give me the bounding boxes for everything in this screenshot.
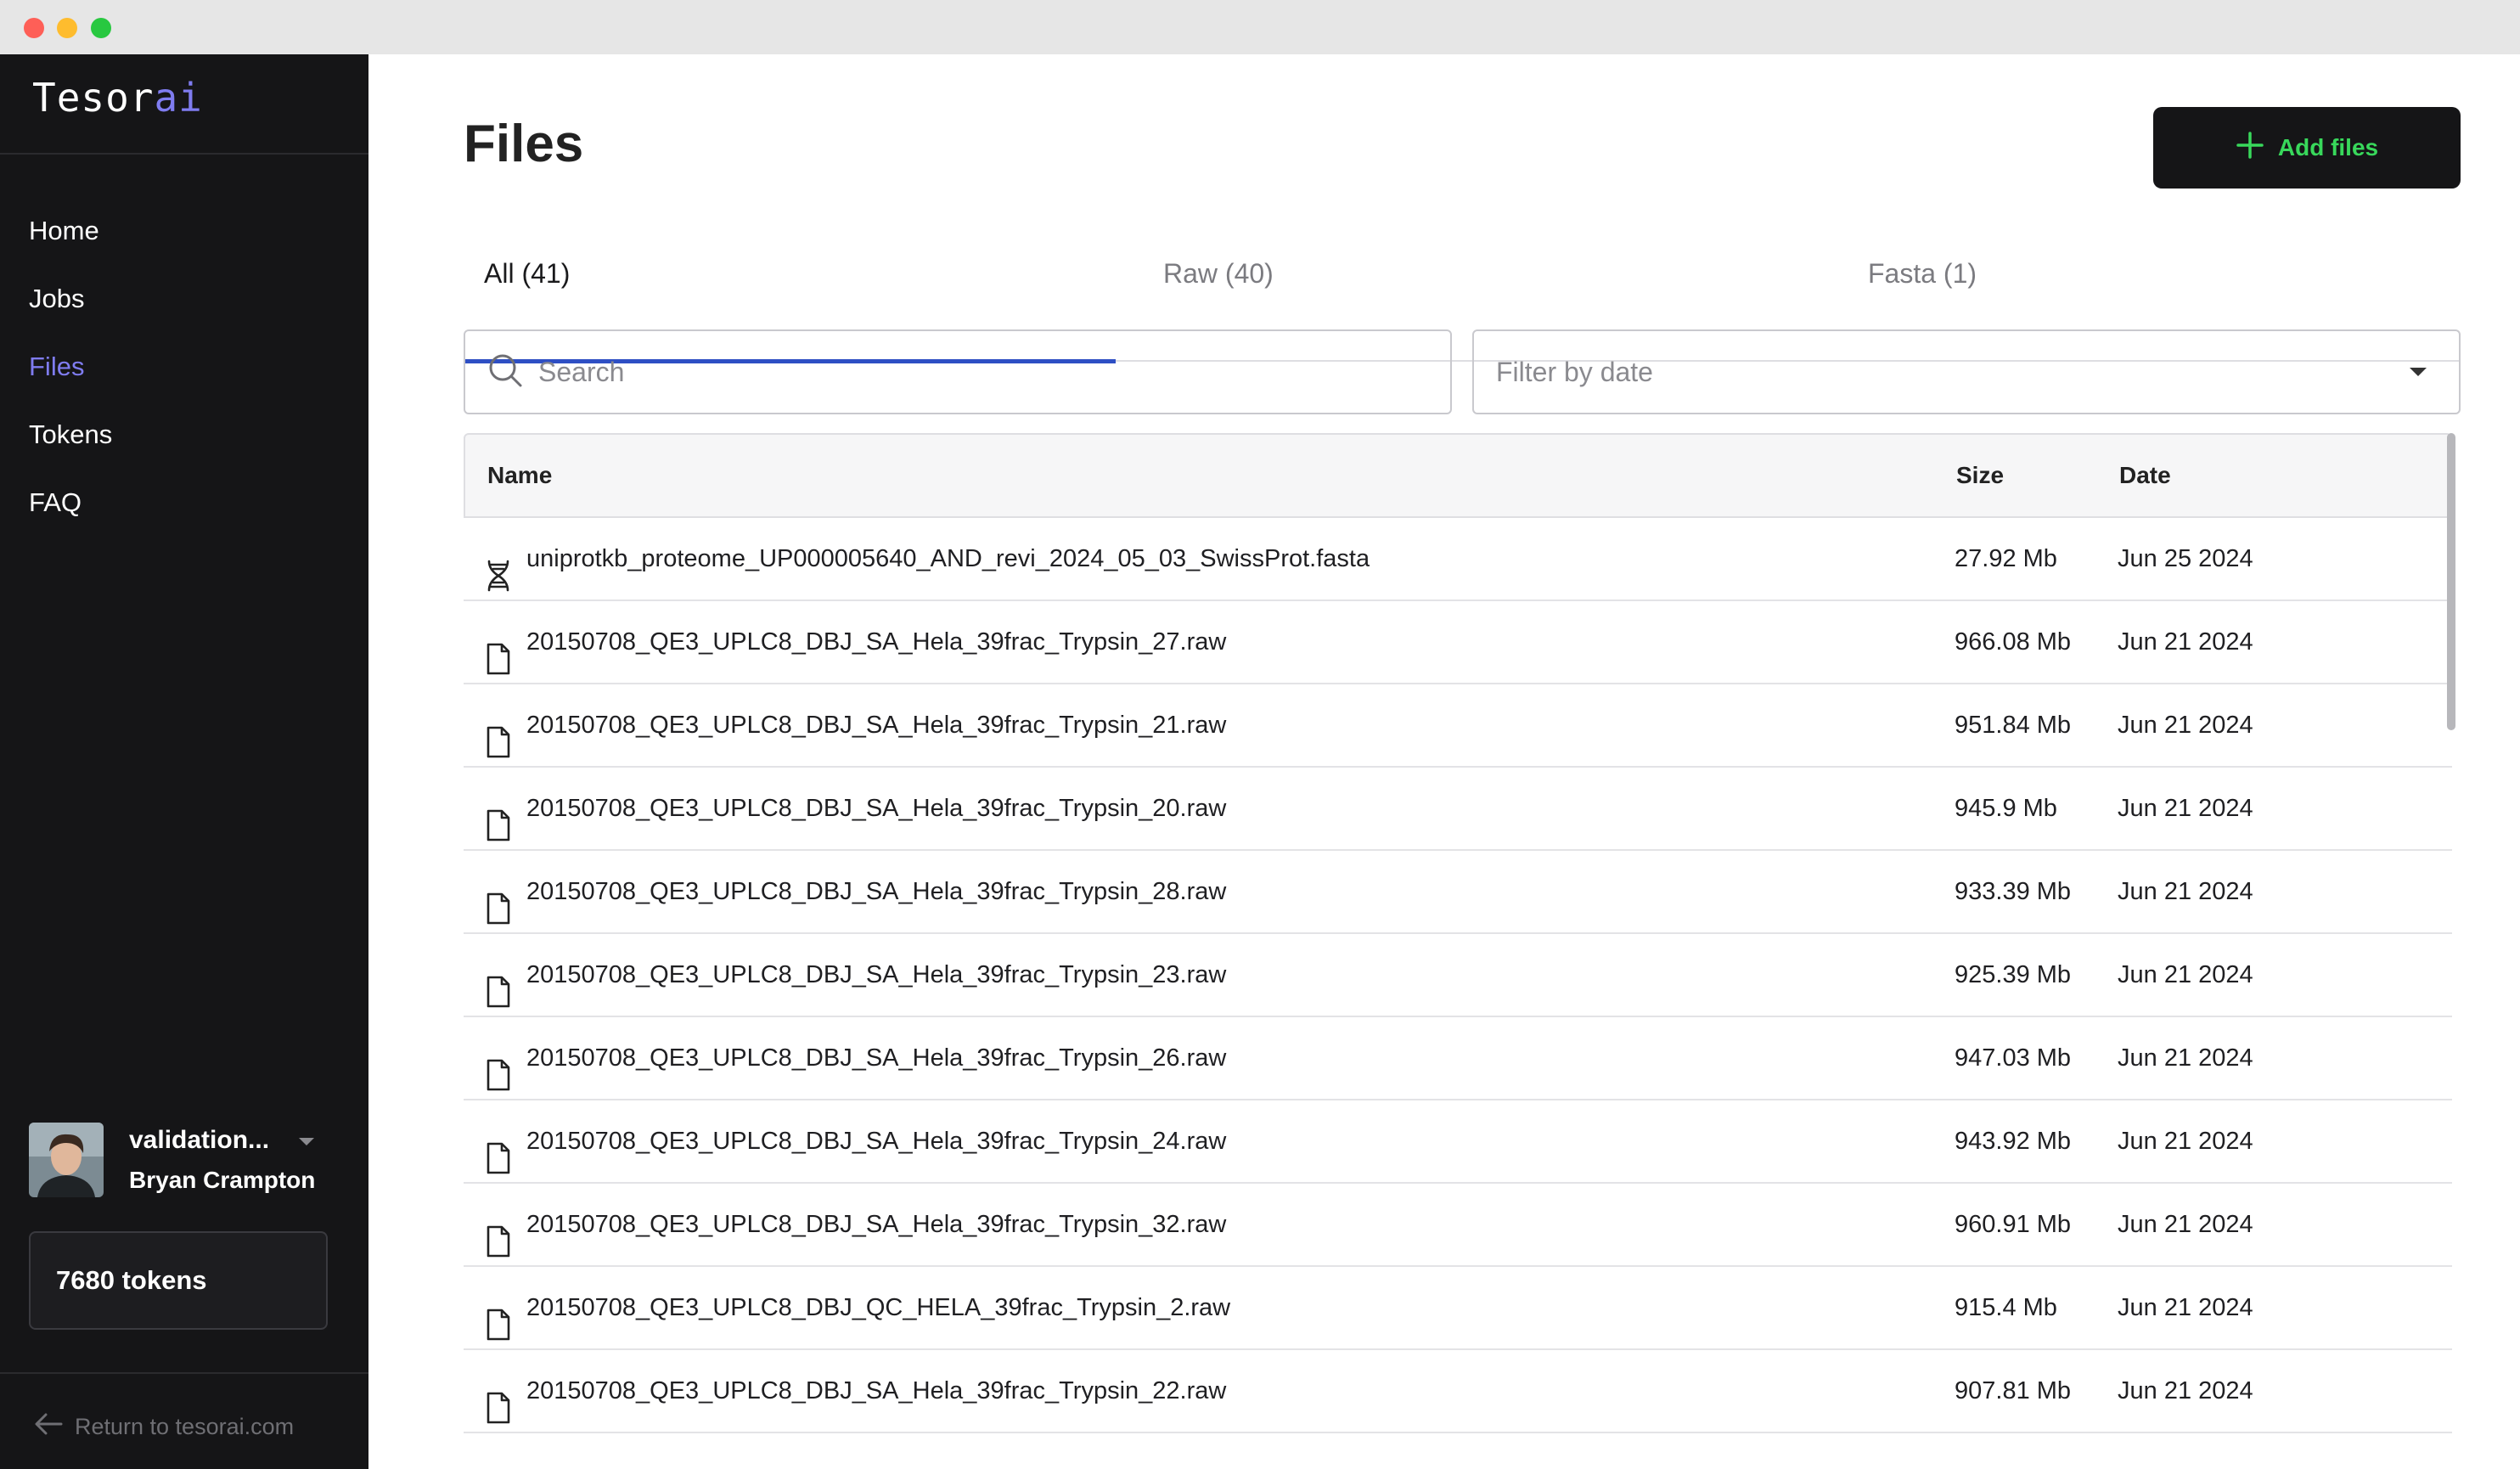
file-size: 933.39 Mb [1955,878,2072,905]
file-name: 20150708_QE3_UPLC8_DBJ_SA_Hela_39frac_Tr… [526,961,1227,988]
file-size: 915.4 Mb [1955,1294,2057,1321]
file-icon [486,960,511,1008]
caret-down-icon [2410,368,2427,376]
table-row[interactable]: 20150708_QE3_UPLC8_DBJ_SA_Hela_39frac_Tr… [464,601,2452,684]
file-icon [486,710,511,758]
column-header-date[interactable]: Date [2119,435,2171,516]
sidebar-item-home[interactable]: Home [29,197,112,265]
return-link-label: Return to tesorai.com [75,1414,295,1439]
file-date: Jun 21 2024 [2118,1044,2253,1072]
file-date: Jun 21 2024 [2118,961,2253,988]
file-icon [486,793,511,841]
sidebar-divider [0,153,368,155]
sidebar-item-files[interactable]: Files [29,333,112,401]
file-size: 27.92 Mb [1955,545,2057,572]
token-balance-button[interactable]: 7680 tokens [29,1231,328,1330]
file-size: 943.92 Mb [1955,1128,2072,1155]
file-date: Jun 21 2024 [2118,1294,2253,1321]
add-files-label: Add files [2277,134,2379,160]
file-size: 945.9 Mb [1955,795,2057,822]
file-icon [486,1126,511,1174]
arrow-left-icon [34,1413,63,1441]
file-name: 20150708_QE3_UPLC8_DBJ_SA_Hela_39frac_Tr… [526,1044,1227,1072]
file-name: 20150708_QE3_UPLC8_DBJ_SA_Hela_39frac_Tr… [526,1128,1227,1155]
search-box [464,329,1452,414]
table-row[interactable]: 20150708_QE3_UPLC8_DBJ_QC_HELA_39frac_Tr… [464,1267,2452,1350]
sidebar-divider [0,1372,368,1374]
page-title: Files [464,115,584,173]
file-name: 20150708_QE3_UPLC8_DBJ_SA_Hela_39frac_Tr… [526,628,1227,656]
table-row[interactable]: 20150708_QE3_UPLC8_DBJ_SA_Hela_39frac_Tr… [464,1100,2452,1184]
table-header: Name Size Date [464,433,2452,518]
file-size: 966.08 Mb [1955,628,2072,656]
file-name: 20150708_QE3_UPLC8_DBJ_SA_Hela_39frac_Tr… [526,795,1227,822]
user-menu[interactable]: validation... Bryan Crampton [29,1123,335,1201]
file-name: 20150708_QE3_UPLC8_DBJ_QC_HELA_39frac_Tr… [526,1294,1231,1321]
plus-icon [2236,131,2264,166]
add-files-button[interactable]: Add files [2153,107,2461,189]
logo-suffix: ai [154,75,203,121]
table-row[interactable]: 20150708_QE3_UPLC8_DBJ_SA_Hela_39frac_Tr… [464,1184,2452,1267]
table-row[interactable]: 20150708_QE3_UPLC8_DBJ_SA_Hela_39frac_Tr… [464,768,2452,851]
files-table: Name Size Date uniprotkb_proteome_UP0000… [464,433,2452,1433]
window-titlebar [0,0,2520,54]
user-name: Bryan Crampton [129,1167,316,1193]
search-icon [487,352,523,392]
file-size: 907.81 Mb [1955,1377,2072,1404]
sidebar-item-faq[interactable]: FAQ [29,469,112,537]
table-row[interactable]: 20150708_QE3_UPLC8_DBJ_SA_Hela_39frac_Tr… [464,1350,2452,1433]
file-name: uniprotkb_proteome_UP000005640_AND_revi_… [526,545,1370,572]
file-date: Jun 21 2024 [2118,1377,2253,1404]
table-scrollbar[interactable] [2447,433,2455,730]
file-size: 960.91 Mb [1955,1211,2072,1238]
date-filter-placeholder: Filter by date [1496,356,1653,387]
file-date: Jun 21 2024 [2118,1211,2253,1238]
file-date: Jun 21 2024 [2118,628,2253,656]
close-window-button[interactable] [24,18,44,38]
file-date: Jun 21 2024 [2118,1128,2253,1155]
file-icon [486,1043,511,1091]
sidebar-item-jobs[interactable]: Jobs [29,265,112,333]
file-date: Jun 25 2024 [2118,545,2253,572]
file-name: 20150708_QE3_UPLC8_DBJ_SA_Hela_39frac_Tr… [526,1377,1227,1404]
minimize-window-button[interactable] [57,18,77,38]
file-name: 20150708_QE3_UPLC8_DBJ_SA_Hela_39frac_Tr… [526,712,1227,739]
table-row[interactable]: 20150708_QE3_UPLC8_DBJ_SA_Hela_39frac_Tr… [464,851,2452,934]
maximize-window-button[interactable] [91,18,111,38]
file-icon [486,876,511,925]
logo-prefix: Tesor [32,75,155,121]
table-row[interactable]: uniprotkb_proteome_UP000005640_AND_revi_… [464,518,2452,601]
main-content: Files Add files All (41) Raw (40) Fasta … [368,54,2520,1469]
sidebar: Tesorai Home Jobs Files Tokens FAQ valid… [0,54,368,1469]
dna-icon [486,543,511,592]
return-link[interactable]: Return to tesorai.com [34,1413,294,1441]
column-header-size[interactable]: Size [1956,435,2004,516]
file-icon [486,1376,511,1424]
column-header-name[interactable]: Name [487,435,552,516]
file-icon [486,1292,511,1341]
sidebar-nav: Home Jobs Files Tokens FAQ [29,197,112,537]
file-icon [486,627,511,675]
table-row[interactable]: 20150708_QE3_UPLC8_DBJ_SA_Hela_39frac_Tr… [464,1017,2452,1100]
file-date: Jun 21 2024 [2118,878,2253,905]
user-handle: validation... [129,1126,270,1154]
date-filter-select[interactable]: Filter by date [1472,329,2461,414]
logo[interactable]: Tesorai [32,75,203,121]
avatar [29,1123,104,1197]
file-date: Jun 21 2024 [2118,795,2253,822]
file-size: 947.03 Mb [1955,1044,2072,1072]
chevron-down-icon[interactable] [299,1138,314,1145]
table-row[interactable]: 20150708_QE3_UPLC8_DBJ_SA_Hela_39frac_Tr… [464,934,2452,1017]
table-row[interactable]: 20150708_QE3_UPLC8_DBJ_SA_Hela_39frac_Tr… [464,684,2452,768]
sidebar-item-tokens[interactable]: Tokens [29,401,112,469]
file-date: Jun 21 2024 [2118,712,2253,739]
search-input[interactable] [538,356,1302,388]
file-size: 951.84 Mb [1955,712,2072,739]
file-name: 20150708_QE3_UPLC8_DBJ_SA_Hela_39frac_Tr… [526,878,1227,905]
file-icon [486,1209,511,1258]
file-name: 20150708_QE3_UPLC8_DBJ_SA_Hela_39frac_Tr… [526,1211,1227,1238]
file-size: 925.39 Mb [1955,961,2072,988]
